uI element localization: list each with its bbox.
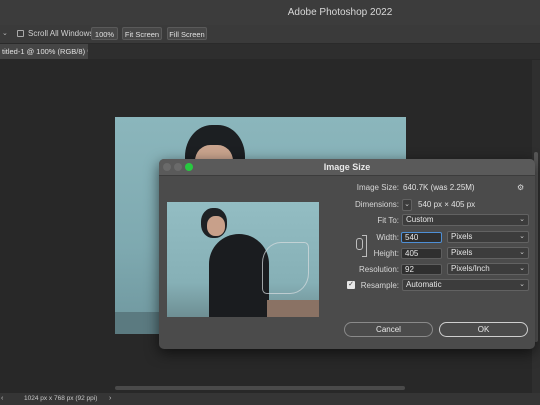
width-unit-value: Pixels: [451, 232, 473, 241]
fill-screen-button[interactable]: Fill Screen: [167, 27, 207, 40]
preview-rooftop: [267, 300, 319, 317]
fit-to-value: Custom: [406, 215, 434, 224]
gear-icon[interactable]: ⚙: [517, 183, 524, 192]
zoom-window-button[interactable]: [185, 163, 193, 171]
preview-subject-face: [207, 216, 225, 236]
resample-label: Resample:: [360, 281, 399, 290]
height-unit-select[interactable]: Pixels ⌄: [447, 247, 529, 259]
fit-to-label: Fit To:: [377, 216, 399, 225]
window-title: Adobe Photoshop 2022: [287, 7, 393, 18]
image-size-label: Image Size:: [356, 183, 399, 192]
scroll-all-windows-checkbox[interactable]: [17, 30, 24, 37]
width-unit-select[interactable]: Pixels ⌄: [447, 231, 529, 243]
minimize-window-button[interactable]: [174, 163, 182, 171]
close-window-button[interactable]: [163, 163, 171, 171]
dimensions-unit-dropdown[interactable]: ⌄: [402, 199, 412, 211]
width-input[interactable]: 540: [401, 232, 442, 243]
chevron-down-icon: ⌄: [519, 233, 525, 240]
resolution-unit-value: Pixels/Inch: [451, 264, 490, 273]
preview-subject-body: [209, 234, 269, 317]
chevron-down-icon[interactable]: ⌄: [2, 29, 8, 37]
chevron-down-icon: ⌄: [404, 201, 410, 208]
fit-to-select[interactable]: Custom ⌄: [402, 214, 529, 226]
preview-wire-wing: [262, 242, 309, 294]
height-unit-value: Pixels: [451, 248, 473, 257]
dimensions-value: 540 px × 405 px: [418, 200, 476, 209]
chevron-down-icon: ⌄: [519, 265, 525, 272]
resample-select[interactable]: Automatic ⌄: [402, 279, 529, 291]
status-nav-left-icon[interactable]: ‹: [1, 395, 3, 402]
chevron-down-icon: ⌄: [519, 281, 525, 288]
options-bar: ⌄ Scroll All Windows 100% Fit Screen Fil…: [0, 25, 540, 44]
width-label: Width:: [376, 233, 399, 242]
zoom-100-button[interactable]: 100%: [91, 27, 118, 40]
height-input[interactable]: 405: [401, 248, 442, 259]
resolution-label: Resolution:: [358, 265, 399, 274]
status-doc-info: 1024 px x 768 px (92 ppi): [24, 395, 98, 402]
resolution-unit-select[interactable]: Pixels/Inch ⌄: [447, 263, 529, 275]
ok-button[interactable]: OK: [439, 322, 528, 337]
image-size-value: 640.7K (was 2.25M): [403, 183, 475, 192]
cancel-button[interactable]: Cancel: [344, 322, 433, 337]
scroll-all-windows-label: Scroll All Windows: [28, 29, 94, 38]
document-tab-bar: titled-1 @ 100% (RGB/8) *: [0, 44, 540, 59]
status-menu-arrow-icon[interactable]: ›: [109, 395, 111, 402]
dialog-titlebar: Image Size: [159, 159, 535, 176]
chevron-down-icon: ⌄: [519, 216, 525, 223]
resolution-input[interactable]: 92: [401, 264, 442, 275]
document-tab[interactable]: titled-1 @ 100% (RGB/8) *: [0, 44, 88, 59]
chevron-down-icon: ⌄: [519, 249, 525, 256]
window-titlebar: Adobe Photoshop 2022: [0, 0, 540, 26]
image-size-dialog: Image Size Image Size: 640.7K (was 2.25M…: [159, 159, 535, 349]
height-label: Height:: [373, 249, 399, 258]
horizontal-scrollbar[interactable]: [115, 386, 405, 390]
fit-screen-button[interactable]: Fit Screen: [122, 27, 162, 40]
dialog-title: Image Size: [323, 162, 371, 172]
resample-value: Automatic: [406, 280, 442, 289]
image-preview[interactable]: [167, 202, 319, 317]
status-bar: ‹ 1024 px x 768 px (92 ppi) ›: [0, 393, 540, 405]
dimensions-label: Dimensions:: [354, 200, 399, 209]
